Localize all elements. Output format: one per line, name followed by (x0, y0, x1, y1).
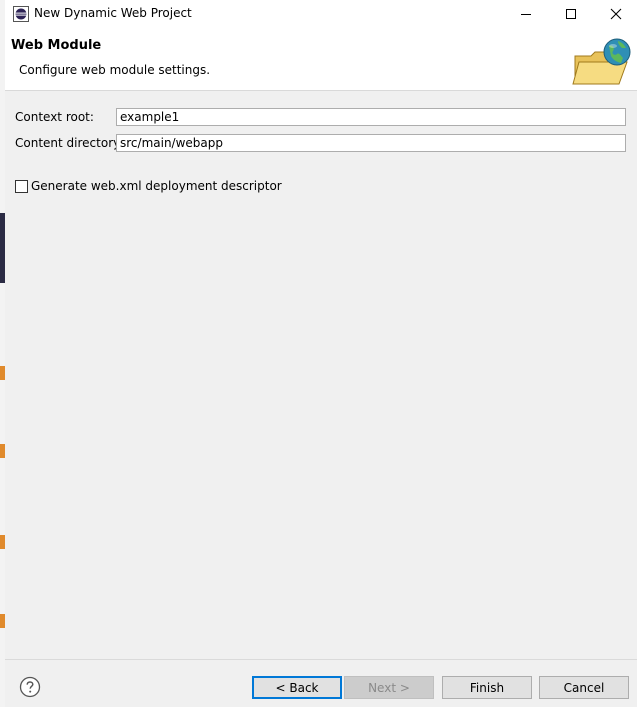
close-button[interactable] (593, 0, 637, 28)
content-directory-label: Content directory: (15, 136, 124, 150)
web-module-folder-globe-icon (572, 38, 631, 85)
generate-webxml-checkbox[interactable] (15, 180, 28, 193)
context-root-input[interactable] (116, 108, 626, 126)
minimize-icon (520, 14, 531, 15)
new-dynamic-web-project-dialog: New Dynamic Web Project Web Module Confi… (5, 0, 637, 707)
eclipse-icon (13, 6, 29, 22)
window-title: New Dynamic Web Project (34, 6, 192, 20)
close-icon (610, 8, 621, 20)
back-button[interactable]: < Back (252, 676, 342, 699)
help-icon[interactable] (19, 676, 41, 698)
page-description: Configure web module settings. (19, 63, 211, 77)
maximize-button[interactable] (548, 0, 593, 28)
minimize-button[interactable] (503, 0, 548, 28)
title-bar[interactable]: New Dynamic Web Project (5, 0, 637, 28)
maximize-icon (565, 9, 576, 19)
cancel-button[interactable]: Cancel (539, 676, 629, 699)
finish-button[interactable]: Finish (442, 676, 532, 699)
next-button[interactable]: Next > (344, 676, 434, 699)
generate-webxml-label[interactable]: Generate web.xml deployment descriptor (31, 179, 282, 193)
button-bar-separator (5, 659, 637, 660)
content-directory-input[interactable] (116, 134, 626, 152)
page-title: Web Module (11, 38, 102, 53)
wizard-content: Context root: Content directory: Generat… (5, 91, 637, 659)
wizard-banner: Web Module Configure web module settings… (5, 28, 637, 91)
context-root-label: Context root: (15, 110, 94, 124)
